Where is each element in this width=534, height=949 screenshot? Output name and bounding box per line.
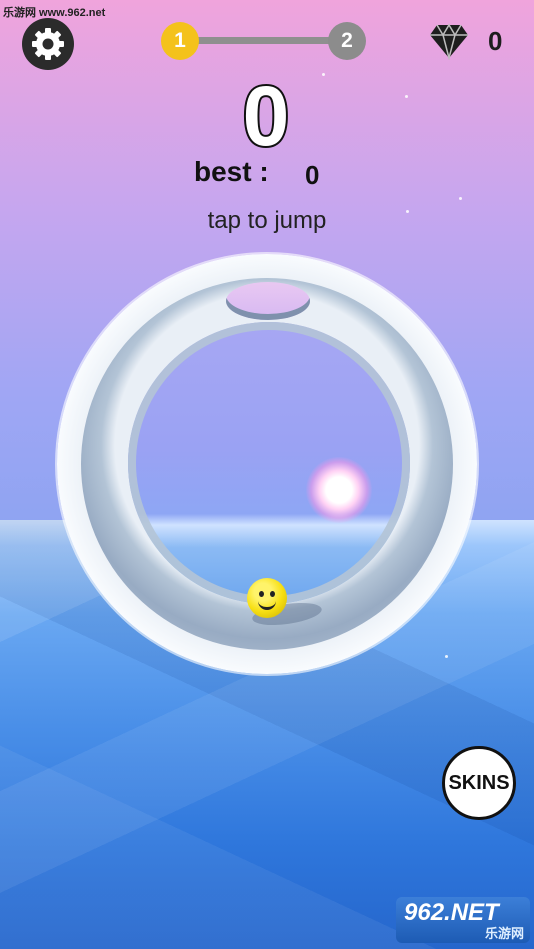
sun-glow: [306, 457, 372, 523]
watermark: 乐游网 www.962.net: [3, 7, 106, 19]
ball-eye: [259, 591, 264, 597]
ring-gap-hole: [226, 282, 310, 320]
settings-button[interactable]: [22, 18, 74, 70]
level-progress-track: [190, 37, 340, 44]
current-score: 0: [241, 67, 292, 165]
next-level-badge: 2: [328, 22, 366, 60]
site-logo-subtext: 乐游网: [484, 926, 524, 941]
tap-to-jump-hint: tap to jump: [207, 207, 327, 234]
best-score-value: 0: [305, 160, 320, 190]
skins-button[interactable]: SKINS: [442, 746, 516, 820]
gear-icon: [32, 28, 64, 60]
gem-count: 0: [488, 26, 503, 56]
current-level-badge: 1: [161, 22, 199, 60]
best-score-label: best :: [194, 156, 269, 187]
ring-track-opening: [128, 322, 410, 604]
sparkle: [445, 655, 448, 658]
player-ball: [247, 578, 287, 618]
site-logo: 962.NET 乐游网: [396, 897, 530, 943]
ball-eye: [270, 591, 275, 597]
diamond-icon: [430, 23, 468, 60]
sparkle: [459, 197, 462, 200]
ball-smile: [258, 598, 276, 610]
